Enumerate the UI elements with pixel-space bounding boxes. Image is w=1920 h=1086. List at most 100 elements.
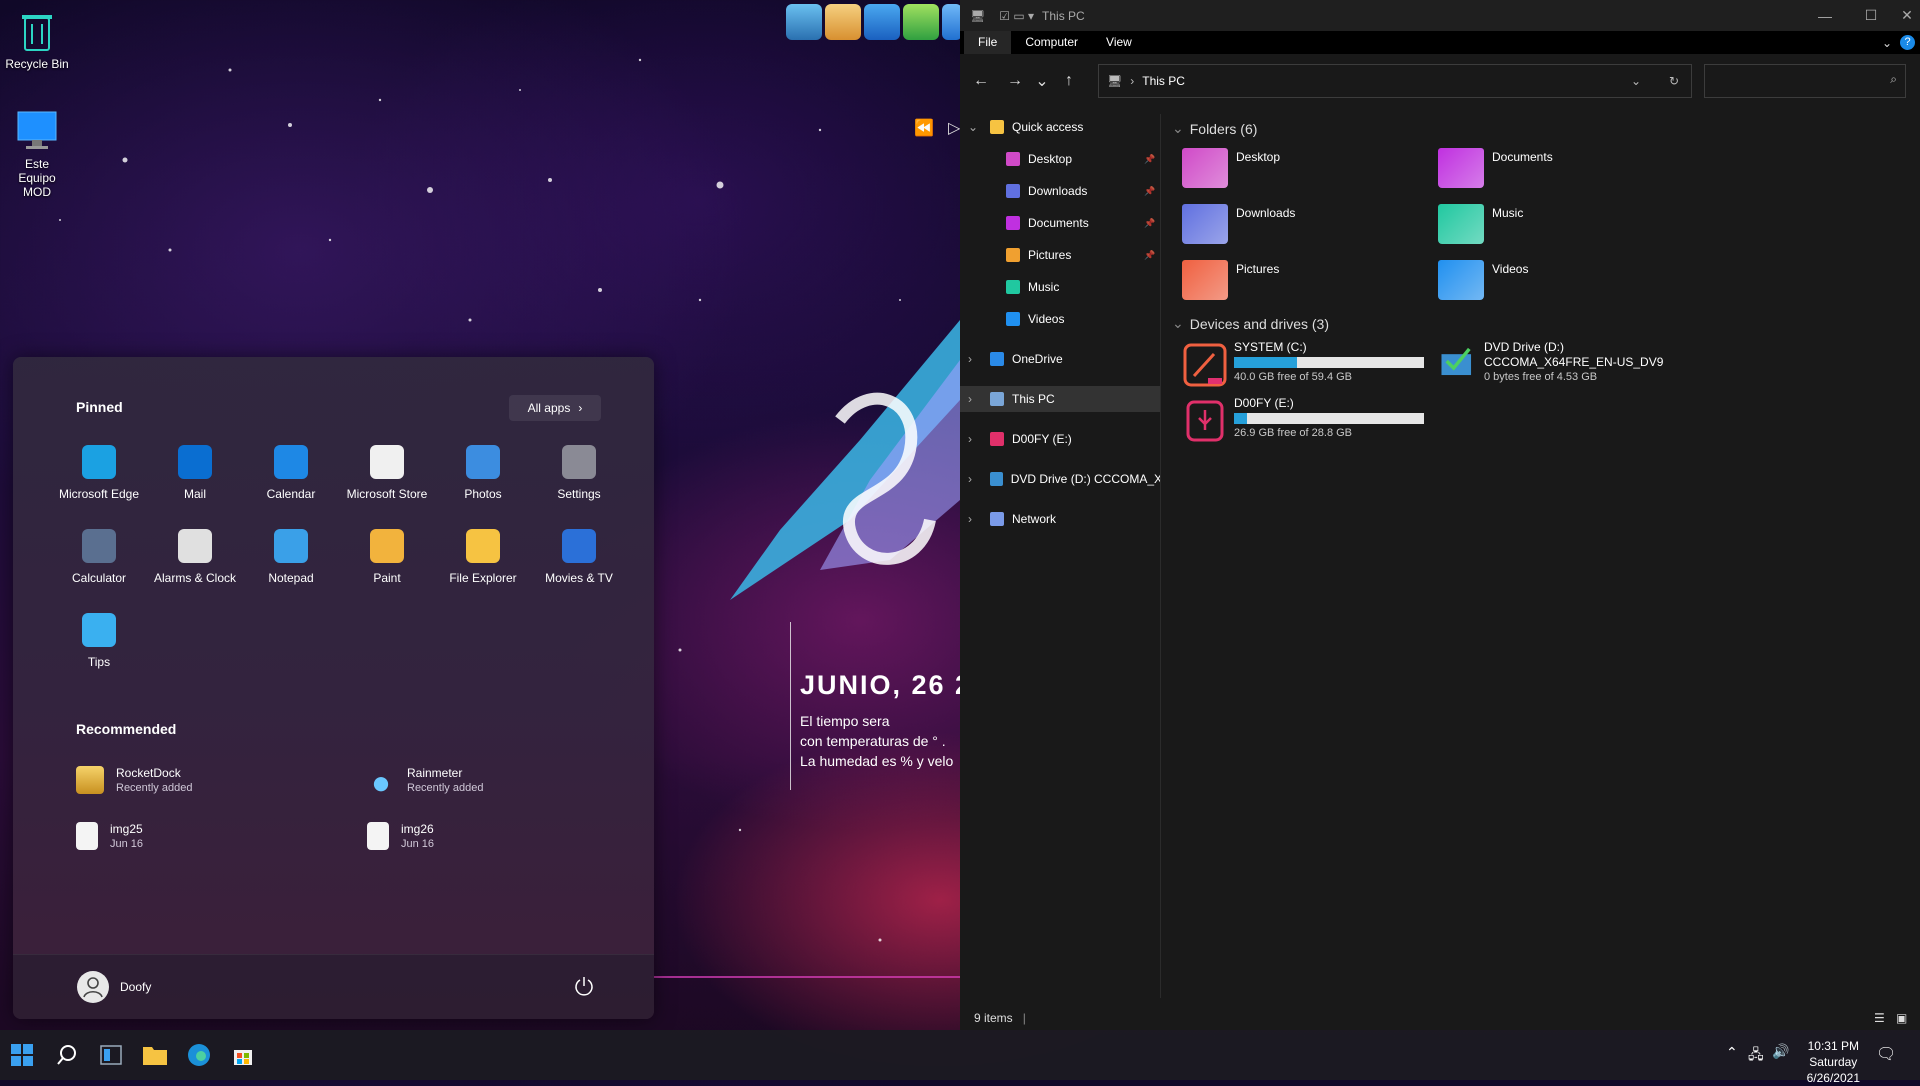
nav-item-11[interactable]: › Network [960, 506, 1160, 532]
chevron-right-icon[interactable]: › [968, 352, 972, 366]
folder-pictures[interactable]: Pictures [1182, 260, 1279, 300]
pinned-app-0[interactable]: Microsoft Edge [51, 441, 147, 525]
clock[interactable]: 10:31 PM Saturday 6/26/2021 [1807, 1038, 1860, 1086]
window-computer-icon: 🖥 [970, 8, 986, 23]
nav-item-7[interactable]: › OneDrive [960, 346, 1160, 372]
nav-item-5[interactable]: Music [960, 274, 1160, 300]
nav-item-6[interactable]: Videos [960, 306, 1160, 332]
nav-item-9[interactable]: › D00FY (E:) [960, 426, 1160, 452]
pinned-app-12[interactable]: Tips [51, 609, 147, 693]
tab-file[interactable]: File [964, 31, 1012, 54]
taskbar-store[interactable] [229, 1041, 257, 1069]
drive-label: CCCOMA_X64FRE_EN-US_DV9 [1484, 355, 1664, 369]
folder-downloads[interactable]: Downloads [1182, 204, 1295, 244]
nav-item-10[interactable]: › DVD Drive (D:) CCCOMA_X64 [960, 466, 1160, 492]
minimize-button[interactable]: — [1802, 0, 1848, 31]
nav-item-8[interactable]: › This PC [960, 386, 1160, 412]
drives-group-header[interactable]: ⌄ Devices and drives (3) [1172, 315, 1329, 332]
pinned-app-label: Calendar [266, 487, 316, 501]
folders-group-header[interactable]: ⌄ Folders (6) [1172, 120, 1257, 137]
desktop-icon-recycle-bin[interactable]: Recycle Bin [0, 10, 79, 71]
taskbar-edge[interactable] [185, 1041, 213, 1069]
pinned-app-6[interactable]: Calculator [51, 525, 147, 609]
desktop-icon-label: Este Equipo MOD [18, 157, 56, 199]
help-icon[interactable]: ? [1900, 35, 1915, 50]
forward-button[interactable]: → [998, 64, 1032, 98]
window-title: This PC [1042, 8, 1085, 23]
folder-documents[interactable]: Documents [1438, 148, 1553, 188]
recommended-item[interactable]: RocketDock Recently added [76, 766, 192, 794]
dock-download-icon[interactable] [903, 4, 939, 40]
network-icon[interactable]: 🖧 [1748, 1044, 1764, 1068]
dock-monitor-icon[interactable] [786, 4, 822, 40]
pinned-app-3[interactable]: Microsoft Store [339, 441, 435, 525]
item-count: 9 items [974, 1010, 1013, 1025]
windows-logo-icon [11, 1044, 33, 1066]
all-apps-button[interactable]: All apps › [509, 395, 601, 421]
nav-item-label: This PC [1012, 392, 1055, 406]
nav-item-4[interactable]: Pictures 📌 [960, 242, 1160, 268]
taskbar-file-explorer[interactable] [141, 1041, 169, 1069]
power-icon[interactable] [573, 975, 595, 997]
folder-desktop[interactable]: Desktop [1182, 148, 1280, 188]
tray-chevron-icon[interactable]: ⌃ [1726, 1044, 1738, 1061]
quick-access-toolbar[interactable]: ☑ ▭ ▾ [999, 9, 1034, 23]
pinned-app-1[interactable]: Mail [147, 441, 243, 525]
drive-d[interactable]: DVD Drive (D:) CCCOMA_X64FRE_EN-US_DV9 0… [1438, 340, 1663, 383]
folder-videos[interactable]: Videos [1438, 260, 1528, 300]
pinned-app-5[interactable]: Settings [531, 441, 627, 525]
pinned-app-10[interactable]: File Explorer [435, 525, 531, 609]
chevron-right-icon[interactable]: › [968, 512, 972, 526]
dock-browser-icon[interactable] [942, 4, 962, 40]
back-button[interactable]: ← [964, 64, 998, 98]
start-button[interactable] [8, 1041, 36, 1069]
media-play-icon[interactable]: ▷ [948, 118, 960, 138]
pinned-app-11[interactable]: Movies & TV [531, 525, 627, 609]
chevron-right-icon[interactable]: › [968, 472, 972, 486]
nav-item-0[interactable]: ⌄ Quick access [960, 114, 1160, 140]
tab-view[interactable]: View [1092, 31, 1146, 54]
folder-music[interactable]: Music [1438, 204, 1523, 244]
ribbon-expand-icon[interactable]: ⌄ [1882, 36, 1892, 50]
pinned-app-7[interactable]: Alarms & Clock [147, 525, 243, 609]
network-icon [990, 512, 1004, 526]
dock-drive-icon[interactable] [825, 4, 861, 40]
media-prev-icon[interactable]: ⏪ [914, 118, 934, 138]
maximize-button[interactable]: ☐ [1848, 0, 1894, 31]
details-view-icon[interactable]: ☰ [1874, 1011, 1885, 1025]
recommended-item[interactable]: img26 Jun 16 [367, 822, 434, 850]
desktop-icon-este-equipo[interactable]: Este Equipo MOD [0, 110, 79, 199]
tab-computer[interactable]: Computer [1011, 31, 1092, 54]
pinned-app-8[interactable]: Notepad [243, 525, 339, 609]
recent-locations-button[interactable]: ⌄ [1032, 64, 1052, 98]
search-button[interactable] [53, 1041, 81, 1069]
rec-sub: Recently added [116, 782, 193, 794]
widgets-button[interactable] [97, 1041, 125, 1069]
chevron-down-icon[interactable]: ⌄ [968, 120, 978, 134]
address-dropdown-icon[interactable]: ⌄ [1631, 74, 1641, 88]
pinned-app-4[interactable]: Photos [435, 441, 531, 525]
breadcrumb[interactable]: This PC [1142, 74, 1185, 88]
large-icons-view-icon[interactable]: ▣ [1896, 1011, 1907, 1025]
nav-item-3[interactable]: Documents 📌 [960, 210, 1160, 236]
nav-item-2[interactable]: Downloads 📌 [960, 178, 1160, 204]
notification-icon[interactable]: 🗨 [1876, 1044, 1896, 1064]
pinned-app-2[interactable]: Calendar [243, 441, 339, 525]
up-button[interactable]: ↑ [1052, 64, 1086, 98]
rocketdock-icon [76, 766, 104, 794]
avatar [77, 971, 109, 1003]
drive-c[interactable]: SYSTEM (C:) 40.0 GB free of 59.4 GB [1182, 340, 1424, 388]
volume-icon[interactable]: 🔊 [1772, 1043, 1789, 1060]
close-button[interactable]: ✕ [1894, 0, 1920, 31]
search-box[interactable]: ⌕ [1704, 64, 1906, 98]
dock-music-icon[interactable] [864, 4, 900, 40]
nav-item-1[interactable]: Desktop 📌 [960, 146, 1160, 172]
drive-e[interactable]: D00FY (E:) 26.9 GB free of 28.8 GB [1182, 396, 1424, 444]
chevron-right-icon[interactable]: › [968, 432, 972, 446]
pinned-app-9[interactable]: Paint [339, 525, 435, 609]
recommended-item[interactable]: img25 Jun 16 [76, 822, 143, 850]
recommended-item[interactable]: Rainmeter Recently added [367, 766, 483, 794]
refresh-icon[interactable]: ↻ [1669, 74, 1679, 88]
address-bar[interactable]: 🖥 › This PC ⌄ ↻ [1098, 64, 1692, 98]
chevron-right-icon[interactable]: › [968, 392, 972, 406]
